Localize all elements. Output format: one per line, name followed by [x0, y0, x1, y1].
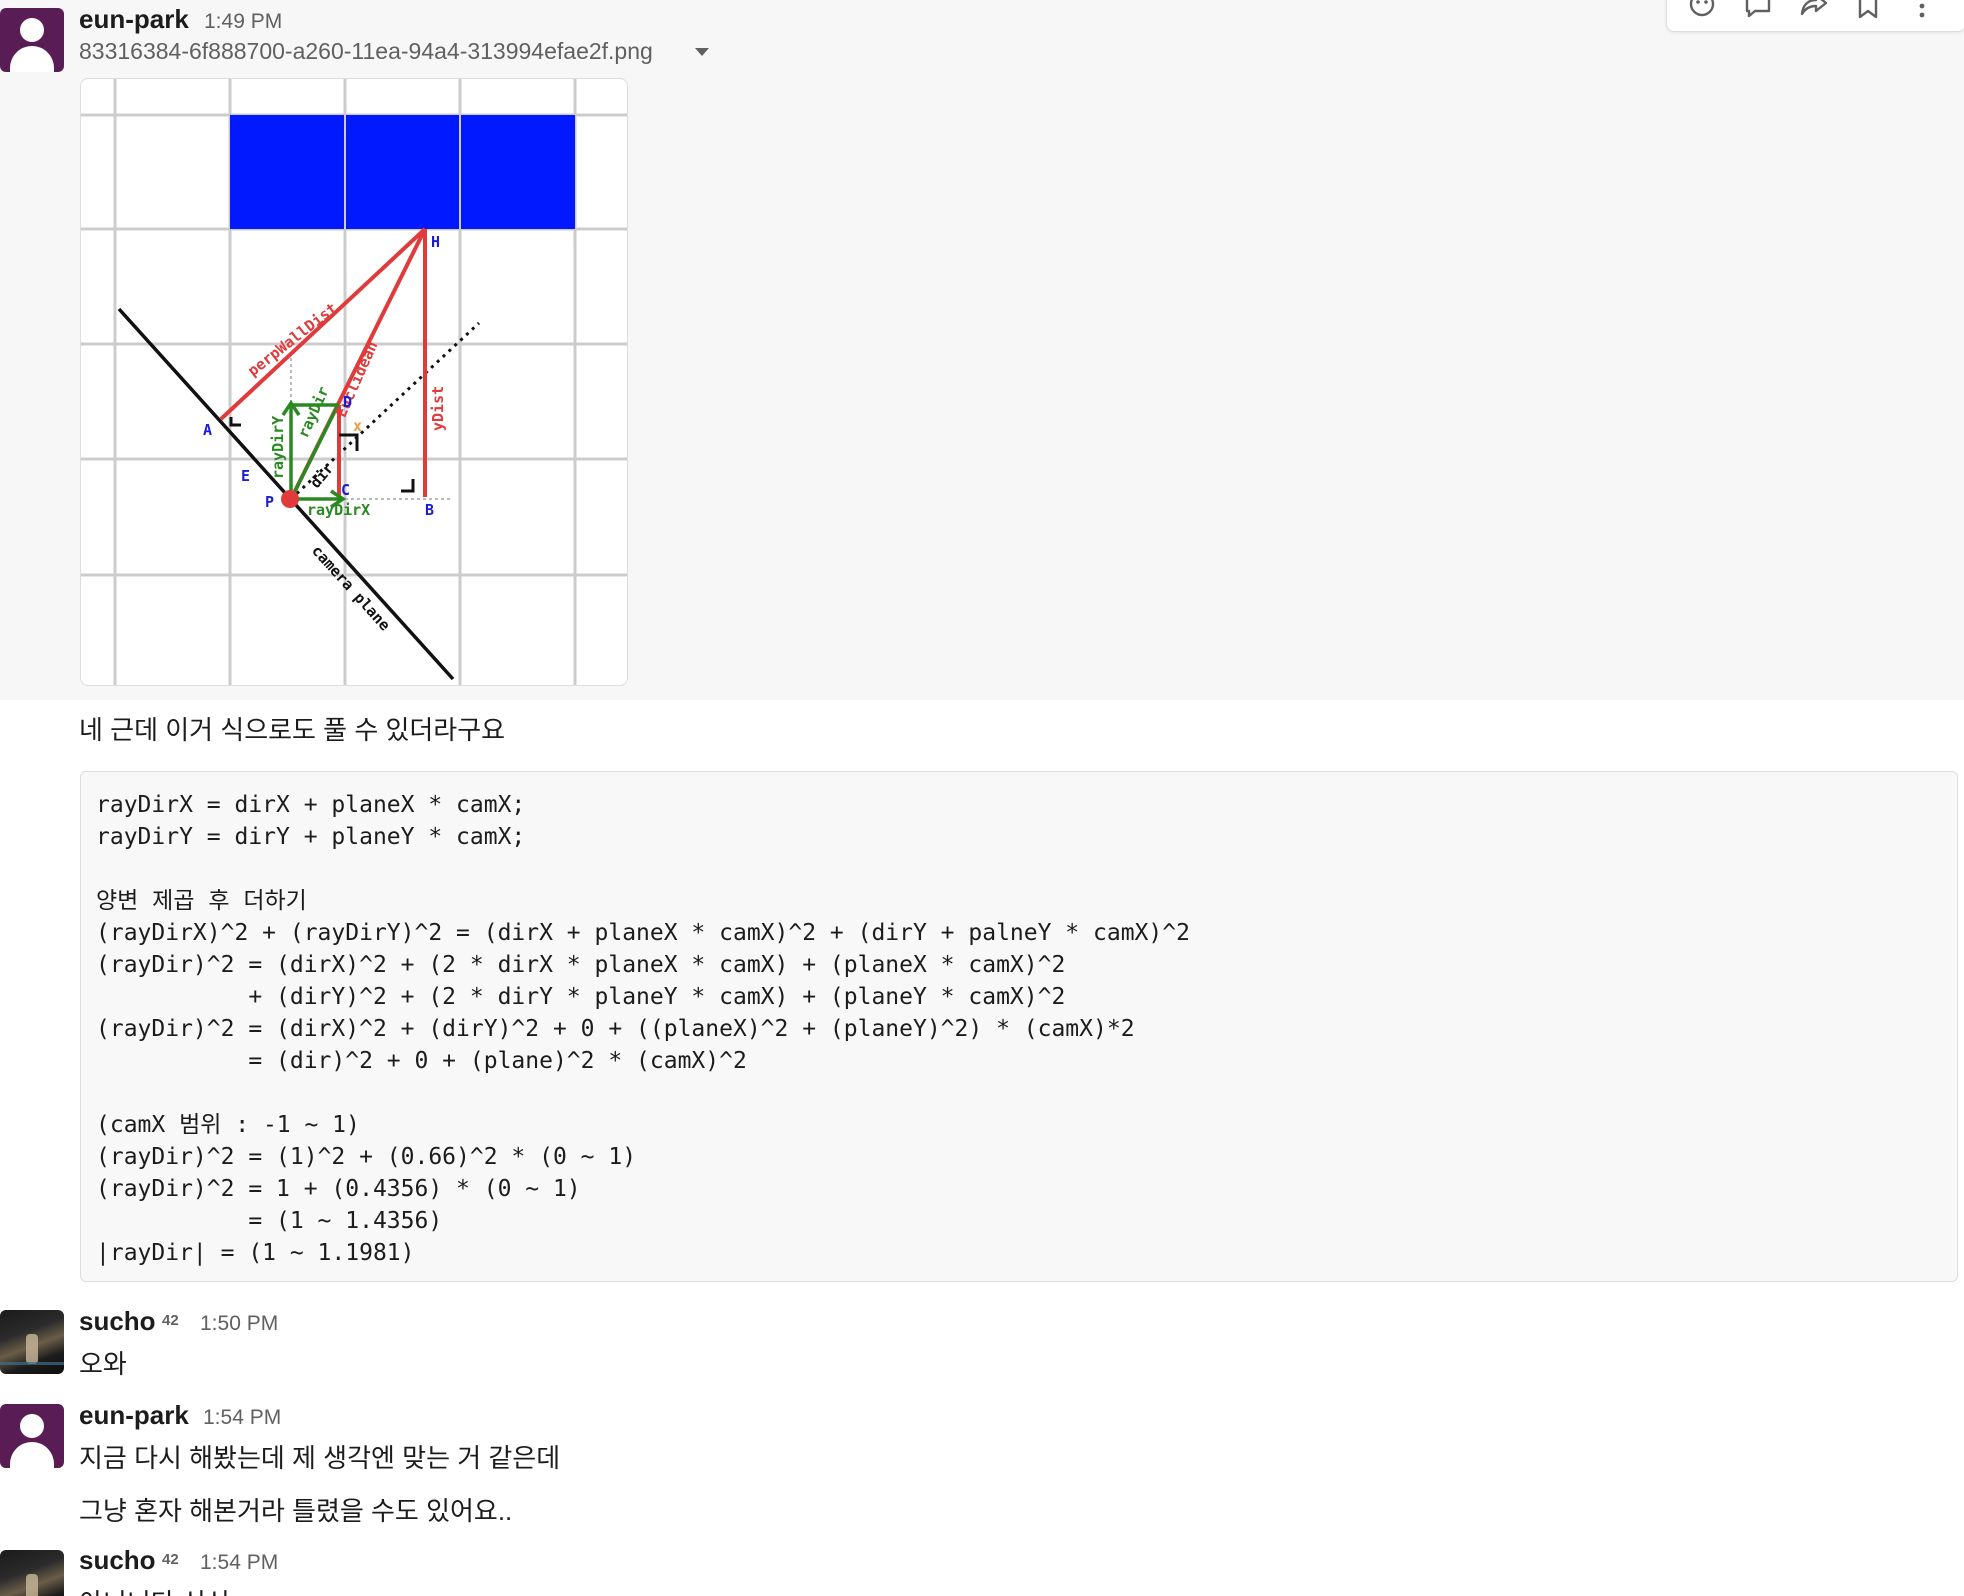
label-euclidean: Euclidean	[332, 338, 382, 420]
avatar-figure-shape	[26, 1574, 38, 1596]
raycasting-diagram: perpWallDist Euclidean yDist rayDirY ray…	[81, 79, 627, 685]
add-reaction-icon[interactable]	[1687, 0, 1717, 21]
label-perp-wall-dist: perpWallDist	[244, 299, 340, 380]
message-text: 아니니다 신신	[79, 1583, 230, 1596]
file-name[interactable]: 83316384-6f888700-a260-11ea-94a4-313994e…	[79, 38, 653, 65]
code-line: = (dir)^2 + 0 + (plane)^2 * (camX)^2	[96, 1048, 747, 1074]
label-ray-dir-x: rayDirX	[307, 501, 370, 519]
code-line: (rayDir)^2 = (dirX)^2 + (2 * dirX * plan…	[96, 952, 1066, 978]
code-line: = (1 ~ 1.4356)	[96, 1208, 443, 1234]
label-point-e: E	[241, 467, 250, 485]
label-point-h: H	[431, 233, 440, 251]
label-point-d: D	[343, 393, 352, 411]
message-timestamp[interactable]: 1:54 PM	[200, 1551, 278, 1575]
author-name[interactable]: eun-park	[79, 1400, 189, 1431]
message-text: 오와	[79, 1349, 127, 1379]
code-line: + (dirY)^2 + (2 * dirY * planeY * camX) …	[96, 984, 1066, 1010]
label-point-b: B	[425, 501, 434, 519]
label-x: x	[353, 417, 362, 435]
message-text: 지금 다시 해봤는데 제 생각엔 맞는 거 같은데	[79, 1443, 561, 1473]
label-y-dist: yDist	[429, 386, 447, 431]
code-line: rayDirX = dirX + planeX * camX;	[96, 792, 526, 818]
bookmark-icon[interactable]	[1853, 0, 1883, 21]
avatar-body-shape	[10, 46, 54, 72]
label-ray-dir-y: rayDirY	[269, 416, 287, 479]
avatar-body-shape	[10, 1442, 54, 1468]
code-line: |rayDir| = (1 ~ 1.1981)	[96, 1240, 415, 1266]
message-timestamp[interactable]: 1:50 PM	[200, 1312, 278, 1336]
wall-block	[230, 115, 575, 229]
code-line: (rayDir)^2 = (1)^2 + (0.66)^2 * (0 ~ 1)	[96, 1144, 637, 1170]
chevron-down-icon[interactable]	[695, 48, 709, 56]
code-line: (rayDirX)^2 + (rayDirY)^2 = (dirX + plan…	[96, 920, 1190, 946]
author-name[interactable]: sucho	[79, 1545, 156, 1576]
status-badge[interactable]: 42	[162, 1312, 179, 1329]
avatar-head-shape	[20, 1414, 44, 1438]
label-point-a: A	[203, 421, 212, 439]
code-block: rayDirX = dirX + planeX * camX; rayDirY =…	[80, 771, 1958, 1282]
code-line: (rayDir)^2 = 1 + (0.4356) * (0 ~ 1)	[96, 1176, 581, 1202]
code-line: (rayDir)^2 = (dirX)^2 + (dirY)^2 + 0 + (…	[96, 1016, 1135, 1042]
label-ray-dir: rayDir	[294, 384, 332, 441]
avatar-head-shape	[20, 18, 44, 42]
avatar[interactable]	[0, 1404, 64, 1468]
message-timestamp[interactable]: 1:49 PM	[204, 10, 282, 34]
message-timestamp[interactable]: 1:54 PM	[203, 1406, 281, 1430]
point-p-dot	[281, 490, 299, 508]
avatar-line-shape	[0, 1362, 64, 1365]
share-message-icon[interactable]	[1799, 0, 1829, 21]
code-line: (camX 범위 : -1 ~ 1)	[96, 1112, 360, 1138]
author-name[interactable]: eun-park	[79, 4, 189, 35]
status-badge[interactable]: 42	[162, 1551, 179, 1568]
message-text: 네 근데 이거 식으로도 풀 수 있더라구요	[79, 715, 506, 745]
code-line: rayDirY = dirY + planeY * camX;	[96, 824, 526, 850]
avatar[interactable]	[0, 1550, 64, 1596]
avatar-figure-shape	[26, 1334, 38, 1364]
label-point-c: C	[341, 481, 350, 499]
message-actions-toolbar	[1666, 0, 1964, 32]
label-point-p: P	[265, 493, 274, 511]
avatar[interactable]	[0, 1310, 64, 1374]
label-camera-plane: camera plane	[308, 542, 394, 635]
author-name[interactable]: sucho	[79, 1306, 156, 1337]
image-attachment[interactable]: perpWallDist Euclidean yDist rayDirY ray…	[80, 78, 628, 686]
avatar[interactable]	[0, 8, 64, 72]
more-actions-icon[interactable]	[1907, 0, 1937, 21]
reply-in-thread-icon[interactable]	[1743, 0, 1773, 21]
message-text: 그냥 혼자 해본거라 틀렸을 수도 있어요..	[79, 1496, 513, 1526]
code-line: 양변 제곱 후 더하기	[96, 888, 307, 914]
label-dir: dir	[306, 459, 337, 491]
